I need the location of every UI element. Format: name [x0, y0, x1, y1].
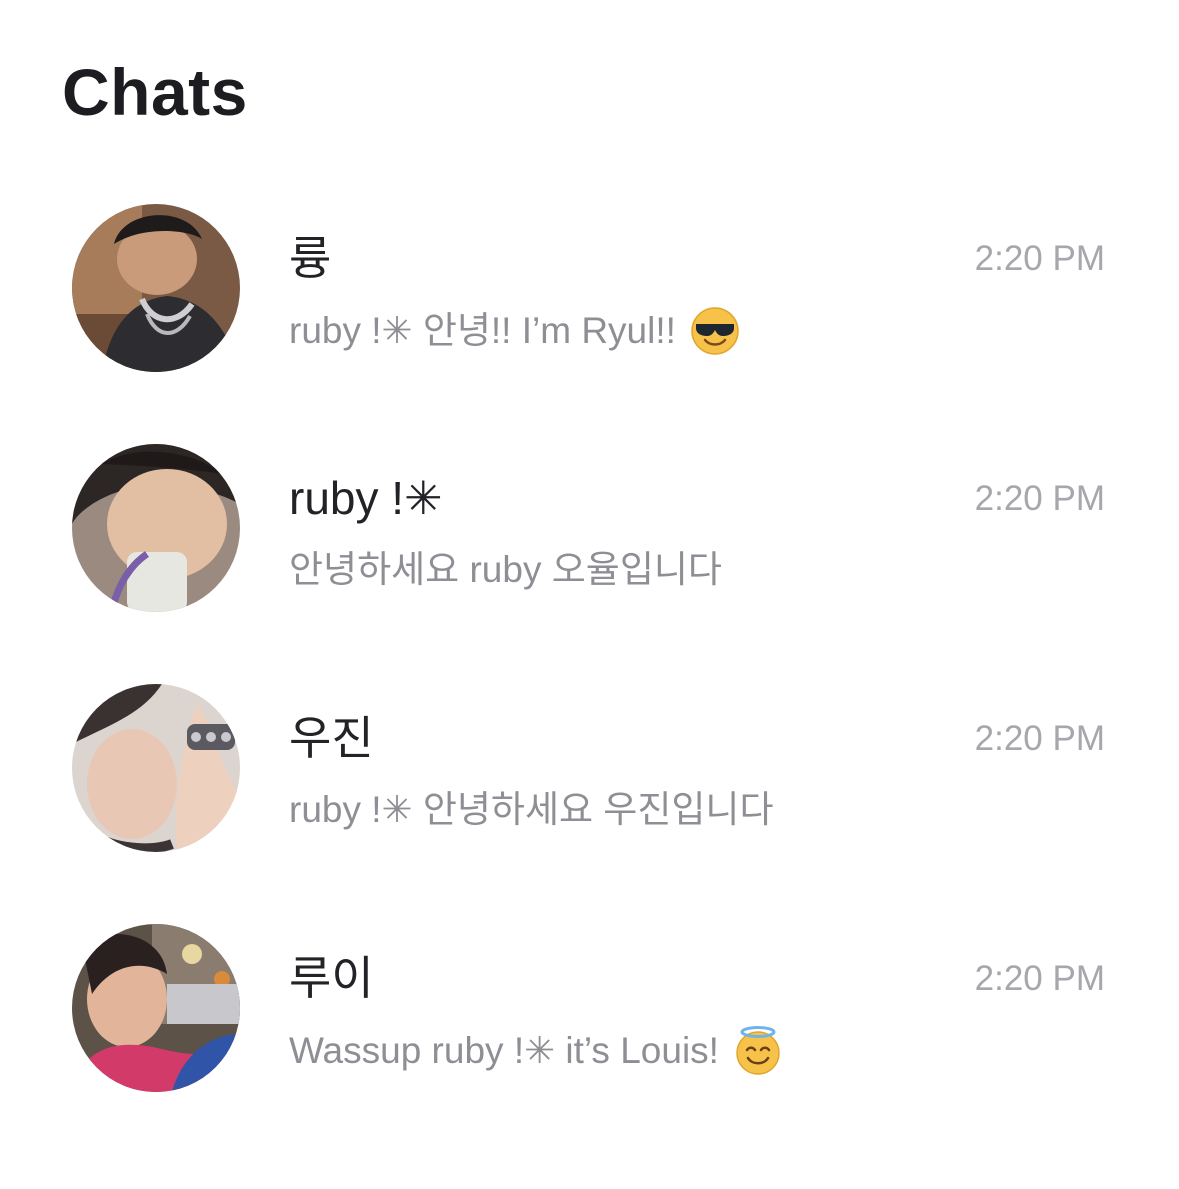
chat-list-item[interactable]: 루이 2:20 PM Wassup ruby !✳ it’s Louis!: [0, 924, 1179, 1124]
chat-preview: ruby !✳ 안녕!! I’m Ryul!!: [289, 306, 740, 356]
chat-timestamp: 2:20 PM: [974, 239, 1105, 278]
chat-preview: 안녕하세요 ruby 오율입니다: [289, 546, 722, 594]
chat-name: 우진: [289, 712, 374, 764]
chat-list-item[interactable]: 우진 2:20 PM ruby !✳ 안녕하세요 우진입니다: [0, 684, 1179, 884]
chat-preview-text: ruby !✳ 안녕!! I’m Ryul!!: [289, 310, 676, 351]
avatar[interactable]: [72, 684, 240, 852]
smiling-face-with-halo-icon: [733, 1026, 783, 1076]
avatar[interactable]: [72, 204, 240, 372]
chat-name: 루이: [289, 952, 374, 1004]
chat-preview: Wassup ruby !✳ it’s Louis!: [289, 1026, 783, 1076]
chat-preview-text: 안녕하세요 ruby 오율입니다: [289, 549, 722, 590]
chat-preview: ruby !✳ 안녕하세요 우진입니다: [289, 786, 774, 834]
chat-name: 륭: [289, 232, 332, 284]
chat-list-item[interactable]: 륭 2:20 PM ruby !✳ 안녕!! I’m Ryul!!: [0, 204, 1179, 404]
chat-timestamp: 2:20 PM: [974, 479, 1105, 518]
chat-preview-text: Wassup ruby !✳ it’s Louis!: [289, 1030, 719, 1071]
avatar[interactable]: [72, 444, 240, 612]
page-title: Chats: [62, 55, 248, 129]
chat-preview-text: ruby !✳ 안녕하세요 우진입니다: [289, 789, 774, 830]
avatar[interactable]: [72, 924, 240, 1092]
chat-list-item[interactable]: ruby !✳ 2:20 PM 안녕하세요 ruby 오율입니다: [0, 444, 1179, 644]
smiling-face-with-sunglasses-icon: [690, 306, 740, 356]
chat-name: ruby !✳: [289, 472, 443, 524]
chat-timestamp: 2:20 PM: [974, 719, 1105, 758]
chat-timestamp: 2:20 PM: [974, 959, 1105, 998]
